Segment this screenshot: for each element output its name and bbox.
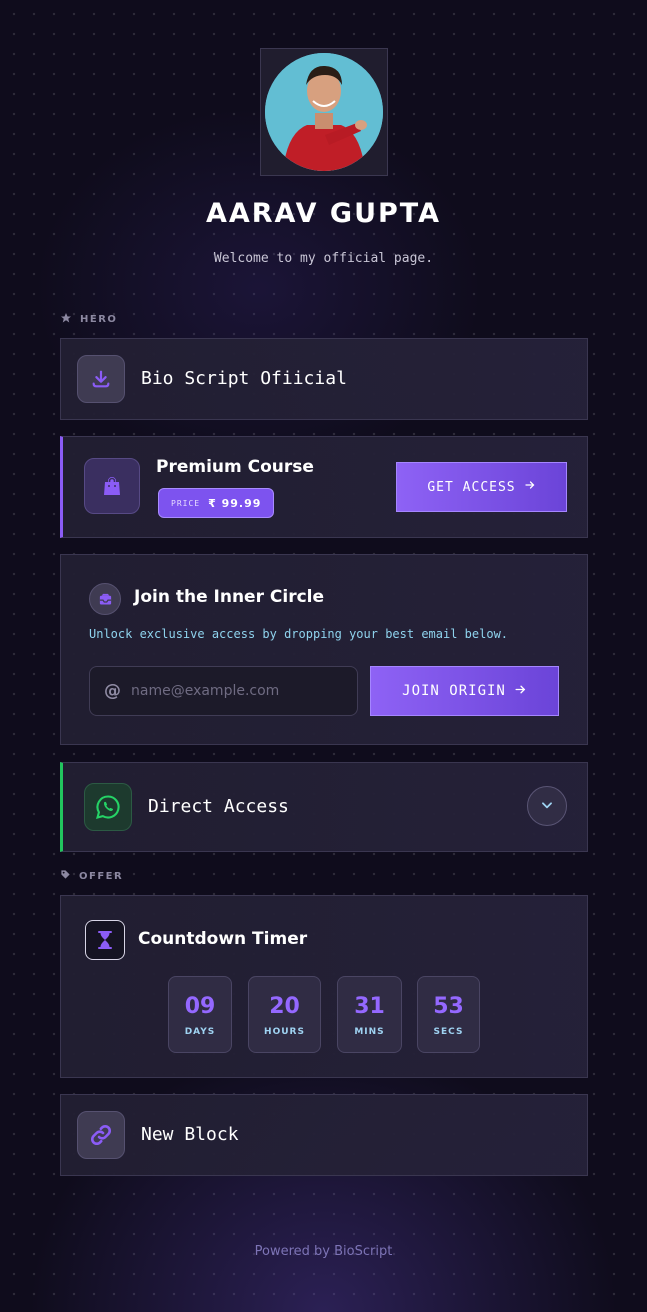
footer: Powered by BioScript (0, 1244, 647, 1259)
email-block-title: Join the Inner Circle (134, 587, 325, 607)
chevron-down-icon (540, 797, 554, 816)
link-block-bio-script[interactable]: Bio Script Ofiicial (60, 338, 588, 420)
link-icon (77, 1111, 125, 1159)
timer-days: 09 DAYS (168, 976, 232, 1053)
section-label-text: OFFER (79, 870, 124, 882)
timer-unit: DAYS (184, 1026, 216, 1037)
timer-value: 31 (354, 993, 385, 1019)
email-block-description: Unlock exclusive access by dropping your… (89, 627, 509, 641)
timer-unit: HOURS (264, 1026, 305, 1037)
get-access-label: GET ACCESS (427, 479, 516, 495)
timer-value: 20 (269, 993, 300, 1019)
join-origin-label: JOIN ORIGIN (402, 683, 506, 699)
timer-value: 09 (184, 993, 216, 1019)
price-value: ₹ 99.99 (208, 496, 262, 510)
tag-icon (60, 869, 71, 883)
section-label-hero: HERO (60, 312, 117, 327)
timer-value: 53 (433, 993, 464, 1019)
price-badge: PRICE ₹ 99.99 (158, 488, 275, 518)
direct-access-block[interactable]: Direct Access (60, 762, 588, 852)
email-field[interactable] (131, 683, 341, 699)
shopping-bag-icon (84, 458, 140, 514)
get-access-button[interactable]: GET ACCESS (396, 462, 567, 512)
expand-toggle-button[interactable] (527, 786, 567, 826)
person-illustration (265, 53, 383, 171)
email-capture-block: Join the Inner Circle Unlock exclusive a… (60, 554, 588, 745)
hourglass-icon (85, 920, 125, 960)
whatsapp-icon (84, 783, 132, 831)
footer-prefix: Powered by (254, 1244, 330, 1259)
arrow-right-icon (514, 683, 527, 700)
section-label-text: HERO (80, 314, 118, 325)
arrow-right-icon (524, 479, 536, 495)
countdown-title: Countdown Timer (138, 929, 308, 949)
section-label-offer: OFFER (60, 869, 123, 883)
at-sign-icon: @ (104, 681, 121, 701)
timer-unit: SECS (433, 1026, 464, 1037)
countdown-block: Countdown Timer 09 DAYS 20 HOURS 31 MINS… (60, 895, 588, 1078)
timer-secs: 53 SECS (417, 976, 480, 1053)
timer-unit: MINS (354, 1026, 385, 1037)
profile-name: AARAV GUPTA (205, 198, 442, 229)
product-block-premium-course: Premium Course PRICE ₹ 99.99 GET ACCESS (60, 436, 588, 538)
block-title: New Block (141, 1124, 239, 1145)
block-title: Bio Script Ofiicial (141, 368, 347, 389)
timer-mins: 31 MINS (337, 976, 402, 1053)
profile-tagline: Welcome to my official page. (213, 251, 434, 266)
download-icon (77, 355, 125, 403)
timer-hours: 20 HOURS (248, 976, 321, 1053)
inbox-icon (89, 583, 121, 615)
direct-access-title: Direct Access (148, 796, 289, 817)
email-field-wrapper: @ (89, 666, 358, 716)
footer-brand-link[interactable]: BioScript (334, 1244, 392, 1259)
join-origin-button[interactable]: JOIN ORIGIN (370, 666, 559, 716)
avatar (265, 53, 383, 171)
price-label: PRICE (171, 498, 201, 508)
avatar-frame (260, 48, 388, 176)
link-block-new-block[interactable]: New Block (60, 1094, 588, 1176)
product-title: Premium Course (156, 457, 314, 477)
star-icon (60, 312, 72, 327)
